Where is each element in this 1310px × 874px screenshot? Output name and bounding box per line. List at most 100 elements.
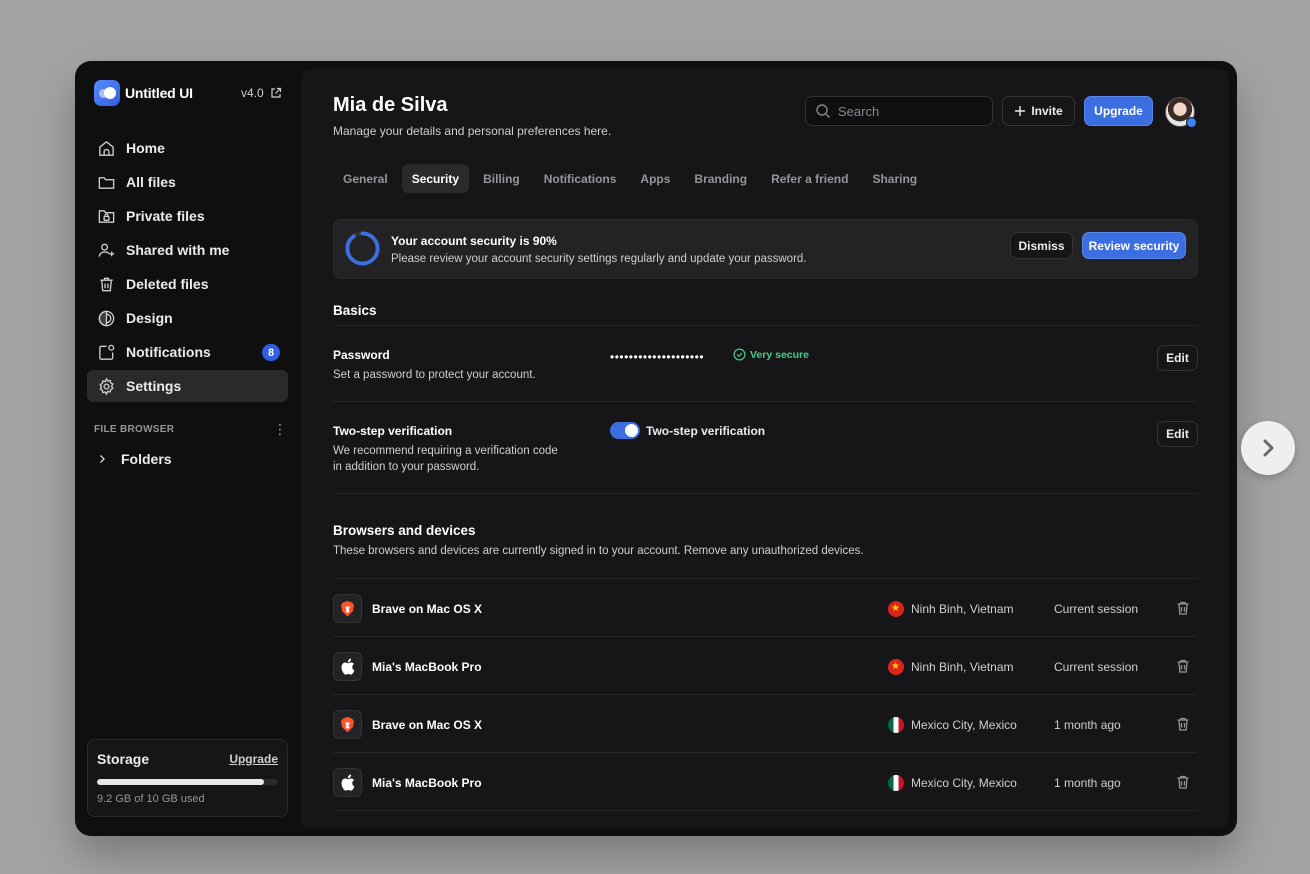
- device-location-label: Mexico City, Mexico: [911, 718, 1017, 732]
- divider: [333, 325, 1198, 326]
- edit-two-step-button[interactable]: Edit: [1157, 421, 1198, 447]
- vietnam-flag-icon: [888, 601, 904, 617]
- chevron-right-icon: [1263, 439, 1274, 457]
- more-vertical-icon[interactable]: ⋮: [273, 421, 287, 438]
- tab-general[interactable]: General: [333, 164, 398, 193]
- security-banner-title: Your account security is 90%: [391, 234, 557, 248]
- tab-security[interactable]: Security: [401, 164, 470, 193]
- password-label: Password: [333, 348, 390, 362]
- divider: [333, 636, 1198, 637]
- sidebar-item-all-files[interactable]: All files: [87, 166, 288, 198]
- divider: [333, 752, 1198, 753]
- device-location: Ninh Binh, Vietnam: [888, 659, 1014, 675]
- sidebar-item-home[interactable]: Home: [87, 132, 288, 164]
- home-icon: [99, 140, 114, 156]
- edit-password-button[interactable]: Edit: [1157, 345, 1198, 371]
- divider: [333, 810, 1198, 811]
- delete-device-icon[interactable]: [1175, 658, 1191, 674]
- device-name: Brave on Mac OS X: [372, 602, 483, 616]
- storage-progress-fill: [97, 779, 264, 785]
- avatar[interactable]: [1165, 97, 1197, 128]
- apple-icon: [333, 652, 362, 681]
- sidebar-item-label: Home: [126, 140, 165, 156]
- two-step-desc: We recommend requiring a verification co…: [333, 445, 558, 473]
- storage-upgrade-link[interactable]: Upgrade: [229, 752, 278, 766]
- sidebar-item-notifications[interactable]: Notifications 8: [87, 336, 288, 368]
- device-location-label: Mexico City, Mexico: [911, 776, 1017, 790]
- devices-title: Browsers and devices: [333, 523, 476, 538]
- delete-device-icon[interactable]: [1175, 716, 1191, 732]
- vietnam-flag-icon: [888, 659, 904, 675]
- device-location: Mexico City, Mexico: [888, 775, 1017, 791]
- tab-branding[interactable]: Branding: [684, 164, 757, 193]
- next-slide-button[interactable]: [1241, 421, 1295, 475]
- sidebar-item-deleted[interactable]: Deleted files: [87, 268, 288, 300]
- sidebar-item-label: Design: [126, 310, 173, 326]
- chevron-right-icon: [100, 455, 105, 463]
- invite-label: Invite: [1031, 104, 1063, 118]
- tab-refer-a-friend[interactable]: Refer a friend: [761, 164, 858, 193]
- two-step-toggle[interactable]: [610, 422, 640, 439]
- folders-tree-item[interactable]: Folders: [97, 451, 172, 467]
- sidebar: Untitled UI v4.0 Home All files Private …: [75, 61, 301, 836]
- device-row: Mia's MacBook Pro Ninh Binh, Vietnam Cur…: [333, 638, 1198, 696]
- tab-apps[interactable]: Apps: [630, 164, 680, 193]
- device-session-time: Current session: [1054, 660, 1139, 674]
- device-name: Brave on Mac OS X: [372, 718, 483, 732]
- device-location: Mexico City, Mexico: [888, 717, 1017, 733]
- divider: [333, 694, 1198, 695]
- device-row: Mia's MacBook Pro Mexico City, Mexico 1 …: [333, 754, 1198, 812]
- sidebar-item-design[interactable]: Design: [87, 302, 288, 334]
- tab-sharing[interactable]: Sharing: [862, 164, 927, 193]
- devices-desc: These browsers and devices are currently…: [333, 545, 864, 557]
- two-step-label: Two-step verification: [333, 424, 453, 438]
- device-name: Mia's MacBook Pro: [372, 660, 482, 674]
- storage-progress-bar: [97, 779, 278, 785]
- two-step-toggle-label: Two-step verification: [646, 423, 766, 438]
- sidebar-item-label: Shared with me: [126, 242, 230, 258]
- brave-icon: [333, 594, 362, 623]
- lock-folder-icon: [98, 209, 115, 223]
- tab-billing[interactable]: Billing: [473, 164, 530, 193]
- sidebar-item-label: Private files: [126, 208, 205, 224]
- version-label: v4.0: [241, 86, 264, 100]
- invite-button[interactable]: Invite: [1002, 96, 1075, 126]
- trash-icon: [100, 277, 113, 291]
- sidebar-item-shared[interactable]: Shared with me: [87, 234, 288, 266]
- delete-device-icon[interactable]: [1175, 774, 1191, 790]
- verified-icon: [1186, 117, 1197, 128]
- notification-icon: [99, 344, 115, 360]
- password-strength: Very secure: [733, 348, 809, 361]
- sidebar-item-label: Settings: [126, 378, 182, 394]
- dismiss-button[interactable]: Dismiss: [1010, 232, 1073, 259]
- review-security-button[interactable]: Review security: [1082, 232, 1186, 259]
- divider: [333, 493, 1198, 494]
- sidebar-item-label: Notifications: [126, 344, 211, 360]
- tab-notifications[interactable]: Notifications: [534, 164, 627, 193]
- brand[interactable]: Untitled UI: [94, 80, 193, 106]
- device-session-time: 1 month ago: [1054, 718, 1121, 732]
- sidebar-item-private-files[interactable]: Private files: [87, 200, 288, 232]
- search-box[interactable]: [805, 96, 993, 126]
- upgrade-button[interactable]: Upgrade: [1084, 96, 1153, 126]
- device-location: Ninh Binh, Vietnam: [888, 601, 1014, 617]
- sidebar-nav: Home All files Private files Shared with…: [87, 132, 288, 404]
- file-browser-label: FILE BROWSER: [94, 424, 175, 435]
- search-input[interactable]: [838, 103, 978, 119]
- security-progress-ring: [345, 231, 380, 266]
- apple-icon: [333, 768, 362, 797]
- sidebar-item-label: Deleted files: [126, 276, 209, 292]
- settings-tabs: General Security Billing Notifications A…: [333, 164, 927, 193]
- divider: [333, 578, 1198, 579]
- app-window: Untitled UI v4.0 Home All files Private …: [75, 61, 1237, 836]
- sidebar-item-label: All files: [126, 174, 176, 190]
- version-link[interactable]: v4.0: [241, 86, 282, 100]
- device-location-label: Ninh Binh, Vietnam: [911, 660, 1014, 674]
- device-session-time: Current session: [1054, 602, 1139, 616]
- sidebar-item-settings[interactable]: Settings: [87, 370, 288, 402]
- mexico-flag-icon: [888, 775, 904, 791]
- notification-badge: 8: [262, 344, 280, 361]
- two-step-toggle-row: Two-step verification: [610, 422, 765, 439]
- delete-device-icon[interactable]: [1175, 600, 1191, 616]
- users-plus-icon: [98, 243, 115, 257]
